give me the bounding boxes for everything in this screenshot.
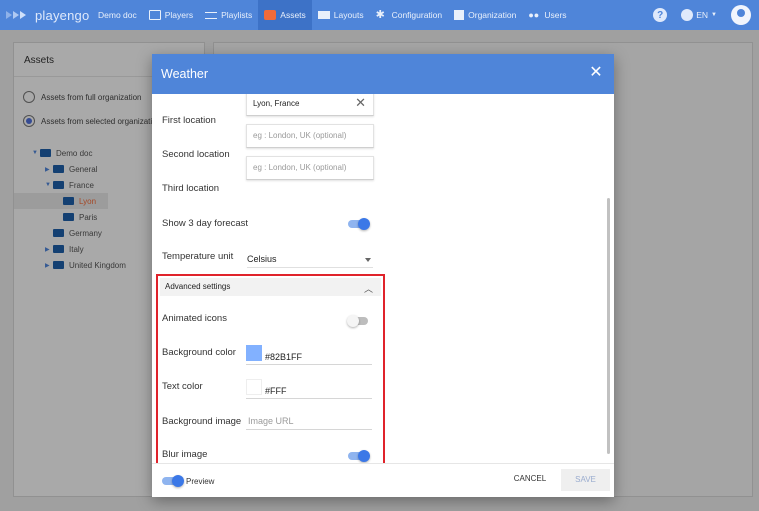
language-label: EN <box>696 10 709 20</box>
clear-icon[interactable]: ✕ <box>355 96 366 109</box>
blur-image-toggle[interactable] <box>348 450 370 462</box>
users-icon: ●● <box>528 10 540 20</box>
brand-name: playengo <box>35 7 90 23</box>
background-color-swatch[interactable] <box>246 345 262 361</box>
temperature-unit-select[interactable]: Celsius <box>247 250 373 268</box>
nav-item-configuration[interactable]: ✱ Configuration <box>370 0 449 30</box>
nav-item-label: Demo doc <box>98 10 137 20</box>
gear-icon: ✱ <box>375 9 385 21</box>
brand-logo[interactable]: playengo <box>0 8 92 23</box>
dialog-title: Weather <box>161 67 209 81</box>
background-image-label: Background image <box>162 416 242 427</box>
background-image-input[interactable]: Image URL <box>246 410 372 430</box>
forecast-toggle[interactable] <box>348 218 370 230</box>
nav-item-playlists[interactable]: Playlists <box>199 0 258 30</box>
nav-item-label: Playlists <box>221 10 253 20</box>
temperature-unit-label: Temperature unit <box>162 251 234 262</box>
playlist-icon <box>205 11 218 19</box>
toggle-knob <box>347 315 359 327</box>
dropdown-caret-icon: ▼ <box>711 12 717 18</box>
temperature-unit-value: Celsius <box>247 254 277 264</box>
assets-icon <box>264 10 277 20</box>
third-location-label: Third location <box>162 183 220 194</box>
nav-item-users[interactable]: ●● Users <box>522 0 572 30</box>
dialog-footer: Preview CANCEL SAVE <box>152 463 614 497</box>
background-image-placeholder: Image URL <box>248 416 294 426</box>
save-button[interactable]: SAVE <box>561 469 610 491</box>
nav-item-label: Players <box>164 10 194 20</box>
language-selector[interactable]: EN ▼ <box>681 9 717 21</box>
nav-item-demo-doc[interactable]: Demo doc <box>92 0 143 30</box>
nav-item-layouts[interactable]: Layouts <box>312 0 370 30</box>
advanced-settings-section: Advanced settings ︿ <box>156 274 385 463</box>
first-location-input[interactable]: Lyon, France ✕ <box>246 94 374 116</box>
user-account-icon[interactable] <box>731 5 751 25</box>
third-location-placeholder: eg : London, UK (optional) <box>253 163 347 172</box>
help-icon[interactable]: ? <box>653 8 668 22</box>
blur-image-label: Blur image <box>162 449 208 460</box>
dialog-body: First location Lyon, France ✕ Second loc… <box>152 94 614 463</box>
preview-toggle[interactable] <box>162 475 184 487</box>
background-color-label: Background color <box>162 347 236 358</box>
advanced-settings-title: Advanced settings <box>165 282 231 291</box>
first-location-value: Lyon, France <box>253 99 300 108</box>
nav-item-label: Users <box>544 10 567 20</box>
top-nav: playengo Demo doc Players Playlists Asse… <box>0 0 759 30</box>
background-color-input[interactable]: #82B1FF <box>246 345 372 365</box>
second-location-placeholder: eg : London, UK (optional) <box>253 131 347 140</box>
text-color-swatch[interactable] <box>246 379 262 395</box>
toggle-knob <box>358 218 370 230</box>
nav-item-label: Assets <box>280 10 306 20</box>
nav-item-organization[interactable]: Organization <box>448 0 522 30</box>
third-location-input[interactable]: eg : London, UK (optional) <box>246 156 374 180</box>
layouts-icon <box>317 11 330 19</box>
dropdown-arrow-icon <box>365 258 371 262</box>
nav-item-assets[interactable]: Assets <box>258 0 312 30</box>
nav-item-label: Layouts <box>333 10 364 20</box>
monitor-icon <box>148 10 161 20</box>
background-color-value: #82B1FF <box>265 352 303 362</box>
second-location-label: Second location <box>162 149 230 160</box>
toggle-knob <box>172 475 184 487</box>
cancel-button[interactable]: CANCEL <box>508 474 552 488</box>
second-location-input[interactable]: eg : London, UK (optional) <box>246 124 374 148</box>
weather-dialog: Weather ✕ First location Lyon, France ✕ … <box>152 54 614 497</box>
dialog-scrollbar[interactable] <box>607 198 610 454</box>
text-color-input[interactable]: #FFF <box>246 379 372 399</box>
nav-item-players[interactable]: Players <box>143 0 199 30</box>
preview-label: Preview <box>186 477 215 486</box>
logo-arrows-icon <box>6 9 32 21</box>
forecast-label: Show 3 day forecast <box>162 218 249 229</box>
first-location-label: First location <box>162 115 216 126</box>
close-icon[interactable]: ✕ <box>588 65 604 82</box>
chevron-up-icon[interactable]: ︿ <box>364 282 373 295</box>
building-icon <box>454 10 465 20</box>
nav-item-label: Organization <box>468 10 517 20</box>
nav-item-label: Configuration <box>391 10 443 20</box>
animated-icons-toggle[interactable] <box>347 315 370 327</box>
text-color-value: #FFF <box>265 386 287 396</box>
globe-icon <box>681 9 694 21</box>
animated-icons-label: Animated icons <box>162 313 227 324</box>
toggle-knob <box>358 450 370 462</box>
text-color-label: Text color <box>162 381 203 392</box>
advanced-settings-header[interactable]: Advanced settings ︿ <box>160 278 381 296</box>
nav-right: ? EN ▼ <box>653 5 759 25</box>
dialog-header: Weather ✕ <box>152 54 614 94</box>
